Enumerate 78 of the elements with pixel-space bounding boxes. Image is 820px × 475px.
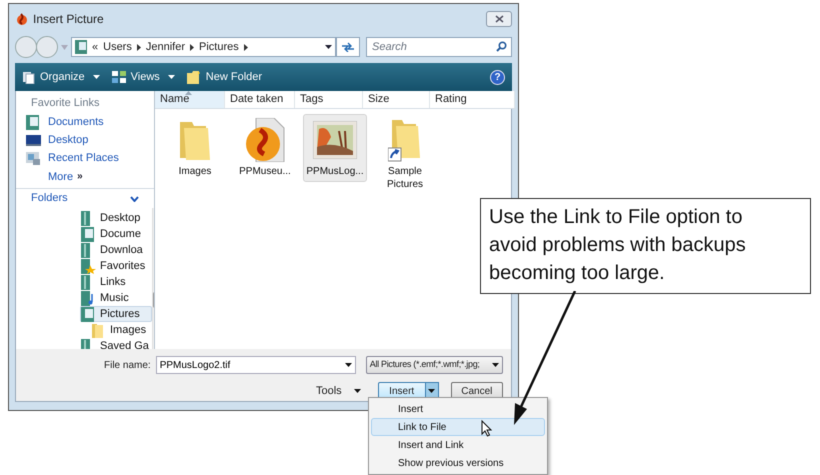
window-title: Insert Picture [33, 10, 104, 28]
breadcrumb[interactable]: Users [103, 38, 132, 56]
monitor-icon [26, 133, 41, 148]
close-icon [494, 14, 504, 22]
file-name-field[interactable]: PPMusLogo2.tif [156, 356, 356, 374]
painting-thumbnail-icon [313, 121, 357, 159]
folder-shortcut-icon [388, 118, 422, 162]
folder-tree-item[interactable]: Music [80, 290, 152, 306]
refresh-icon [341, 42, 355, 52]
folder-tree-item[interactable]: Desktop [80, 210, 152, 226]
search-icon [496, 41, 507, 52]
folder-tree-item[interactable]: Docume [80, 226, 152, 242]
field-label: File name: [104, 358, 151, 372]
folder-tree-item[interactable]: Images [90, 322, 152, 338]
favorite-link[interactable]: Documents [48, 114, 104, 131]
column-header[interactable]: Name [155, 91, 225, 108]
folder-tree-item[interactable]: Pictures [80, 306, 152, 322]
document-library-icon [26, 115, 41, 130]
app-logo-icon [15, 12, 29, 26]
folder-tree-item[interactable]: Downloa [80, 242, 152, 258]
chevron-down-icon[interactable] [130, 196, 139, 202]
recent-places-icon [26, 151, 41, 166]
file-tile[interactable]: Images [163, 114, 227, 182]
address-bar[interactable]: « Users Jennifer Pictures [71, 37, 336, 57]
breadcrumb[interactable]: Pictures [199, 38, 239, 56]
menu-item[interactable]: Link to File [371, 418, 545, 436]
refresh-button[interactable] [336, 37, 360, 57]
file-name: Sample Pictures [386, 165, 424, 191]
chevron-right-icon[interactable] [136, 44, 141, 50]
star-folder-icon [81, 258, 96, 274]
dropdown-caret-icon[interactable] [325, 45, 332, 49]
close-button[interactable] [486, 10, 512, 26]
pages-icon [22, 70, 35, 84]
breadcrumb[interactable]: « [92, 38, 98, 56]
favorite-link[interactable]: Recent Places [48, 150, 119, 167]
more-link[interactable]: More [48, 168, 74, 185]
folder-tree-item[interactable]: Links [80, 274, 152, 290]
fire-logo-file-icon [244, 118, 286, 162]
double-chevron-icon: » [77, 169, 83, 184]
document-library-icon [81, 226, 96, 242]
file-tile[interactable]: Sample Pictures [373, 114, 437, 195]
dropdown-caret-icon [492, 363, 499, 367]
views-button[interactable]: Views [112, 68, 175, 86]
file-tile[interactable]: PPMusLog... [303, 114, 367, 182]
menu-item[interactable]: Insert [371, 400, 545, 418]
file-name: PPMusLog... [306, 165, 364, 178]
folders-heading[interactable]: Folders [31, 190, 68, 207]
dropdown-caret-icon [428, 389, 436, 393]
document-library-icon [81, 306, 96, 322]
menu-item[interactable]: Show previous versions [371, 454, 545, 472]
organize-button[interactable]: Organize [22, 68, 100, 86]
sort-arrow-icon [185, 91, 192, 95]
file-type-dropdown[interactable]: All Pictures (*.emf;*.wmf;*.jpg; [366, 356, 503, 374]
folder-icon [91, 322, 106, 338]
favorite-link[interactable]: Desktop [48, 132, 88, 149]
menu-item[interactable]: Insert and Link [371, 436, 545, 454]
dropdown-caret-icon [354, 389, 361, 393]
tools-button[interactable]: Tools [316, 382, 361, 400]
folder-button[interactable]: New Folder [186, 68, 262, 86]
dropdown-caret-icon [344, 363, 352, 367]
file-tile[interactable]: PPMuseu... [233, 114, 297, 182]
file-name: PPMuseu... [239, 165, 291, 178]
callout-box: Use the Link to File option to avoid problems with backups becoming too large. [480, 198, 811, 294]
chevron-right-icon[interactable] [190, 44, 194, 50]
breadcrumb[interactable]: Jennifer [146, 38, 185, 56]
mouse-pointer-icon [481, 420, 492, 437]
grid-icon [112, 71, 126, 83]
music-note-icon [81, 290, 96, 306]
dropdown-caret-icon [168, 75, 175, 79]
folder-icon [186, 70, 201, 84]
section-heading: Favorite Links [30, 96, 100, 111]
dropdown-caret-icon [92, 75, 100, 79]
search-field[interactable]: Search [366, 37, 512, 57]
help-button[interactable]: ? [490, 70, 505, 84]
chevron-right-icon[interactable] [244, 44, 248, 50]
file-name: Images [178, 165, 212, 178]
folder-pane-icon [75, 40, 87, 54]
folder-tree-item[interactable]: Favorites [80, 258, 152, 274]
